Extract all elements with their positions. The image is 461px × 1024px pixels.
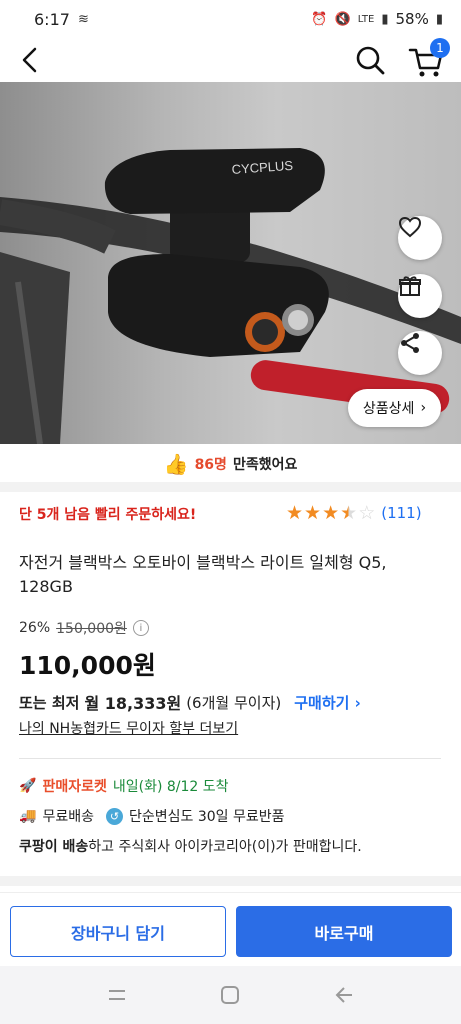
gift-icon <box>399 276 421 296</box>
card-installment-link[interactable]: 나의 NH농협카드 무이자 할부 더보기 <box>19 718 238 738</box>
installment-prefix: 또는 최저 <box>19 693 80 712</box>
bottom-action-bar: 장바구니 담기 바로구매 <box>0 892 461 966</box>
rocket-icon: 🚀 <box>19 778 37 794</box>
free-return: 단순변심도 30일 무료반품 <box>128 809 285 825</box>
divider-line <box>19 758 441 759</box>
arrival-date: 내일(화) 8/12 도착 <box>112 779 229 795</box>
signal-icon: ▮ <box>381 11 389 27</box>
seller-bold: 쿠팡이 배송 <box>19 839 89 855</box>
recent-apps-icon[interactable] <box>105 983 129 1007</box>
star-full-icon: ★ <box>286 502 304 524</box>
installment-months: (6개월 무이자) <box>186 693 282 712</box>
share-button[interactable] <box>398 331 442 375</box>
return-icon: ↺ <box>105 807 123 825</box>
satisfied-count: 86명 <box>194 457 227 473</box>
share-icon <box>401 333 419 353</box>
review-count[interactable]: (111) <box>381 504 421 522</box>
network-label: LTE <box>357 13 375 25</box>
stock-warning: 단 5개 남음 빨리 주문하세요! <box>19 507 197 523</box>
buy-now-button[interactable]: 바로구매 <box>236 906 452 957</box>
gift-button[interactable] <box>398 274 442 318</box>
cart-count-badge: 1 <box>430 38 450 58</box>
satisfaction-banner: 👍 86명 만족했어요 <box>0 448 461 480</box>
add-to-cart-button[interactable]: 장바구니 담기 <box>10 906 226 957</box>
satisfied-text: 만족했어요 <box>232 457 298 473</box>
wishlist-button[interactable] <box>398 216 442 260</box>
shipping-row: 🚚 무료배송 ↺ 단순변심도 30일 무료반품 <box>19 806 284 826</box>
heart-icon <box>398 216 422 238</box>
seller-info: 쿠팡이 배송하고 주식회사 아이카코리아(이)가 판매합니다. <box>19 836 362 856</box>
rocket-label: 판매자로켓 <box>42 779 107 795</box>
back-nav-icon[interactable] <box>332 983 356 1007</box>
battery-icon: ▮ <box>435 11 443 27</box>
status-bar: 6:17 ≋ ⏰ 🔇 LTE ▮ 58% ▮ <box>0 0 461 38</box>
product-image[interactable]: CYCPLUS 상품상세 › <box>0 82 461 444</box>
section-divider <box>0 482 461 492</box>
original-price: 150,000원 <box>56 621 127 637</box>
discount-row: 26% 150,000원 i <box>19 618 149 638</box>
alarm-icon: ⏰ <box>311 11 328 27</box>
battery-percent: 58% <box>395 10 429 28</box>
product-detail-label: 상품상세 <box>362 401 415 417</box>
discount-rate: 26% <box>19 620 51 636</box>
section-divider <box>0 876 461 886</box>
installment-buy-link[interactable]: 구매하기 › <box>294 692 361 713</box>
cart-button[interactable]: 1 <box>408 38 450 80</box>
home-icon[interactable] <box>218 983 242 1007</box>
chevron-right-icon: › <box>420 400 427 416</box>
rating-stars[interactable]: ★ ★ ★ ★ ☆ (111) <box>286 503 422 523</box>
system-nav-bar <box>0 966 461 1024</box>
thumbs-up-icon: 👍 <box>163 452 189 476</box>
back-arrow-icon <box>22 47 37 73</box>
star-full-icon: ★ <box>304 502 322 524</box>
star-empty-icon: ☆ <box>358 502 376 524</box>
installment-row: 또는 최저 월 18,333원 (6개월 무이자) 구매하기 › <box>19 690 361 714</box>
installment-monthly: 월 18,333원 <box>84 694 182 713</box>
notification-icon: ≋ <box>77 11 89 27</box>
product-detail-button[interactable]: 상품상세 › <box>348 389 441 427</box>
sale-price: 110,000원 <box>19 651 156 680</box>
free-shipping: 무료배송 <box>42 809 94 825</box>
chevron-right-icon: › <box>354 693 361 712</box>
truck-icon: 🚚 <box>19 808 37 824</box>
info-icon[interactable]: i <box>132 620 149 636</box>
search-icon <box>356 46 385 75</box>
star-full-icon: ★ <box>322 502 340 524</box>
back-button[interactable] <box>14 42 46 78</box>
search-button[interactable] <box>352 42 388 78</box>
rocket-delivery-row: 🚀 판매자로켓 내일(화) 8/12 도착 <box>19 776 229 796</box>
star-half-icon: ★ <box>340 502 358 524</box>
product-title: 자전거 블랙박스 오토바이 블랙박스 라이트 일체형 Q5, 128GB <box>19 553 387 596</box>
installment-buy-label: 구매하기 <box>294 693 350 712</box>
seller-rest: 하고 주식회사 아이카코리아(이)가 판매합니다. <box>88 839 362 855</box>
app-header: 1 <box>0 38 461 82</box>
mute-icon: 🔇 <box>334 11 351 27</box>
status-time: 6:17 <box>34 9 70 29</box>
